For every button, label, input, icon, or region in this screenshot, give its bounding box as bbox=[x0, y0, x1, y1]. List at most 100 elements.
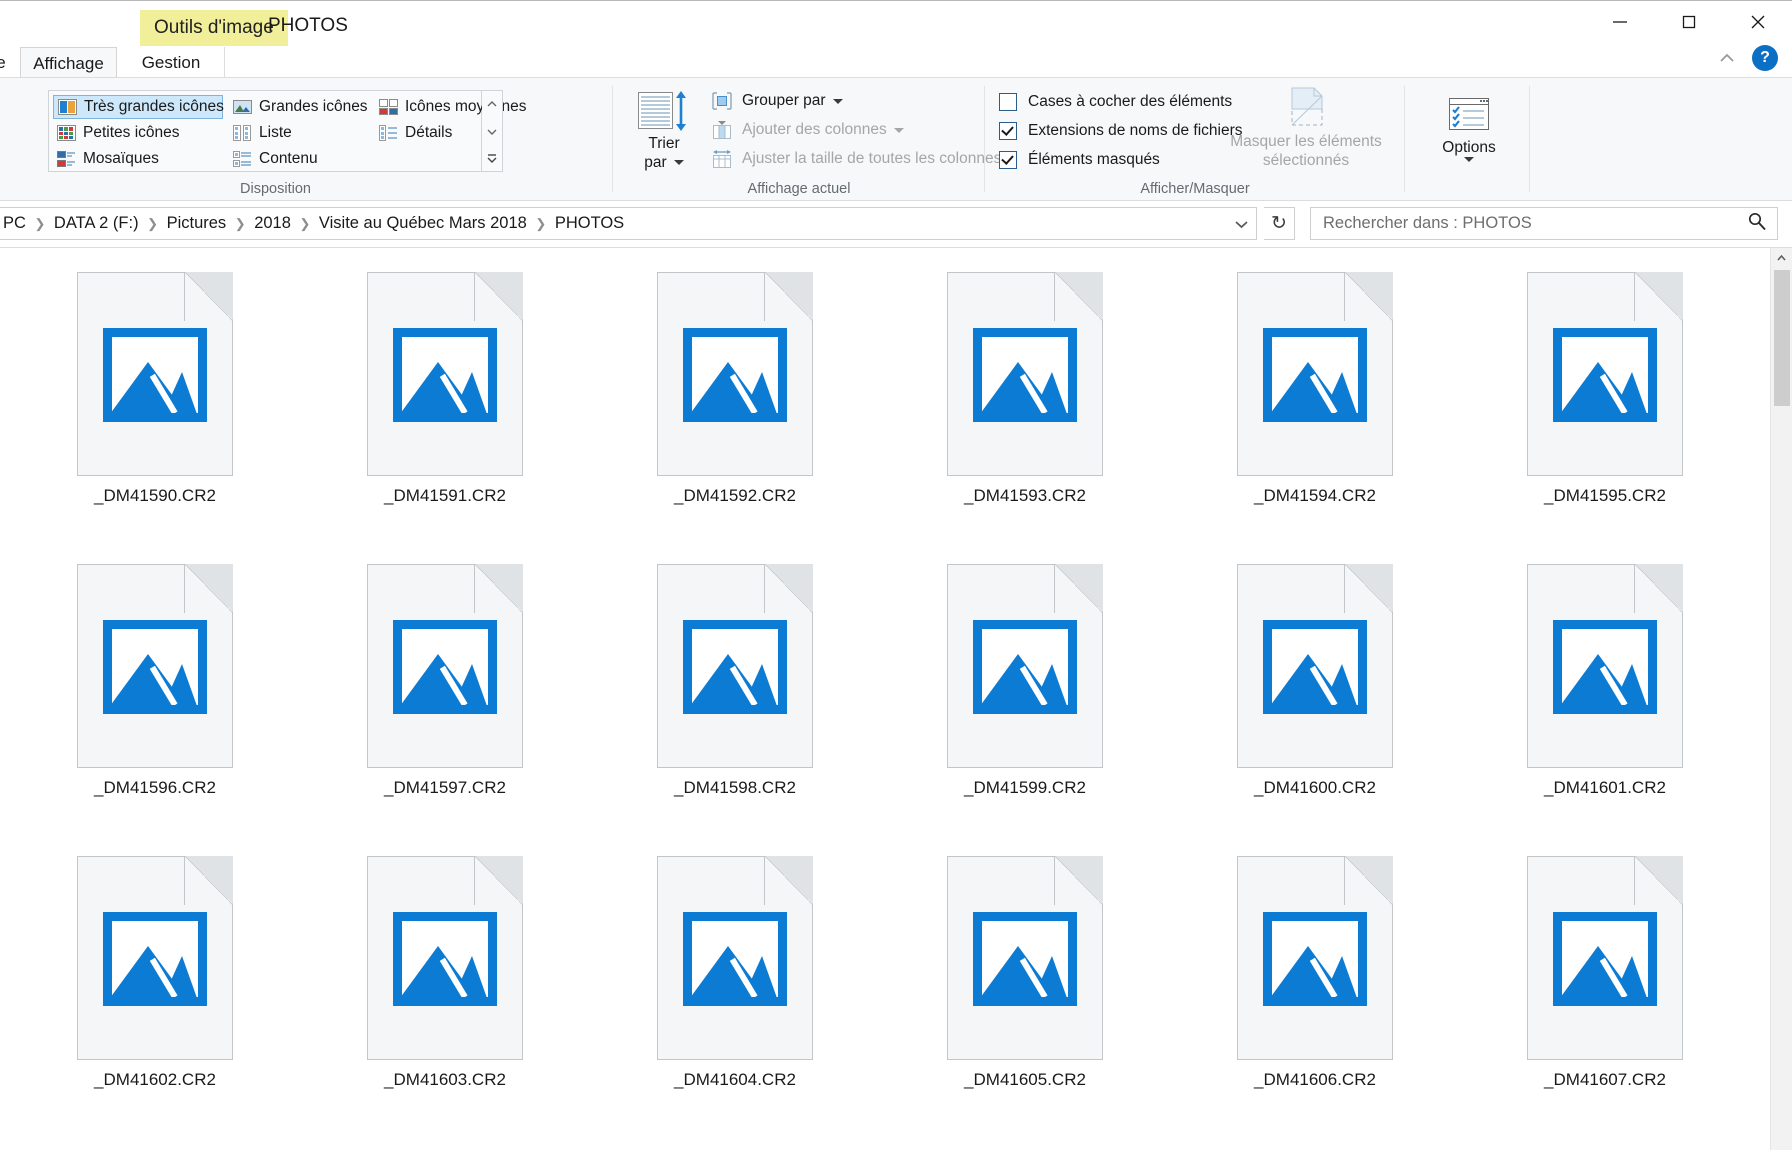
search-box[interactable] bbox=[1310, 207, 1778, 240]
image-file-icon bbox=[1237, 564, 1393, 768]
file-item[interactable]: _DM41591.CR2 bbox=[300, 262, 590, 554]
item-checkboxes-checkbox[interactable] bbox=[999, 92, 1017, 111]
group-by-chevron-down-icon[interactable] bbox=[832, 98, 843, 104]
layout-option-large-icons[interactable]: Grandes icônes bbox=[229, 95, 369, 119]
collapse-ribbon-icon[interactable] bbox=[1716, 47, 1738, 69]
file-item[interactable]: _DM41598.CR2 bbox=[590, 554, 880, 846]
file-name-label: _DM41595.CR2 bbox=[1544, 486, 1666, 505]
hide-selected-items-label-line2: sélectionnés bbox=[1262, 152, 1350, 169]
file-item[interactable]: _DM41607.CR2 bbox=[1460, 846, 1750, 1138]
file-item[interactable]: _DM41601.CR2 bbox=[1460, 554, 1750, 846]
vertical-scrollbar[interactable] bbox=[1770, 248, 1792, 1150]
details-view-icon bbox=[379, 124, 398, 142]
file-item[interactable]: _DM41604.CR2 bbox=[590, 846, 880, 1138]
search-input[interactable] bbox=[1321, 213, 1747, 234]
add-columns-label: Ajouter des colonnes bbox=[742, 121, 887, 138]
file-item[interactable]: _DM41606.CR2 bbox=[1170, 846, 1460, 1138]
scrollbar-thumb[interactable] bbox=[1774, 270, 1790, 406]
breadcrumb-separator-icon: ❯ bbox=[299, 215, 311, 231]
maximize-button[interactable] bbox=[1654, 1, 1723, 43]
help-icon[interactable]: ? bbox=[1752, 45, 1778, 71]
gallery-expand-button[interactable] bbox=[482, 145, 502, 172]
minimize-button[interactable] bbox=[1585, 1, 1654, 43]
file-item[interactable]: _DM41605.CR2 bbox=[880, 846, 1170, 1138]
breadcrumb-item-pictures[interactable]: Pictures bbox=[162, 214, 232, 233]
file-item[interactable]: _DM41597.CR2 bbox=[300, 554, 590, 846]
file-fold-edge bbox=[184, 856, 233, 905]
image-file-icon bbox=[77, 564, 233, 768]
options-chevron-down-icon[interactable] bbox=[1464, 157, 1474, 162]
file-fold-edge bbox=[474, 856, 523, 905]
breadcrumb-item-visite-quebec[interactable]: Visite au Québec Mars 2018 bbox=[314, 214, 532, 233]
layout-gallery[interactable]: Très grandes icônes Grandes icônes Icône… bbox=[48, 90, 527, 172]
search-icon[interactable] bbox=[1747, 211, 1767, 236]
scroll-up-arrow-icon[interactable] bbox=[1771, 248, 1792, 268]
file-item[interactable]: _DM41600.CR2 bbox=[1170, 554, 1460, 846]
tab-fichier-partial[interactable]: e bbox=[0, 47, 16, 78]
file-name-label: _DM41603.CR2 bbox=[384, 1070, 506, 1089]
layout-gallery-scrollbar[interactable] bbox=[482, 90, 503, 172]
file-item[interactable]: _DM41592.CR2 bbox=[590, 262, 880, 554]
item-checkboxes-option[interactable]: Cases à cocher des éléments bbox=[999, 89, 1232, 114]
ribbon-group-afficher-masquer: Cases à cocher des éléments Extensions d… bbox=[985, 78, 1405, 200]
ribbon-group-label-afficher-masquer: Afficher/Masquer bbox=[1140, 181, 1250, 197]
layout-option-label: Liste bbox=[259, 124, 292, 141]
layout-option-content[interactable]: Contenu bbox=[229, 147, 369, 171]
image-file-icon bbox=[77, 856, 233, 1060]
breadcrumb-item-2018[interactable]: 2018 bbox=[249, 214, 296, 233]
breadcrumb-separator-icon: ❯ bbox=[234, 215, 246, 231]
hidden-items-option[interactable]: Éléments masqués bbox=[999, 147, 1160, 172]
group-by-button[interactable]: Grouper par bbox=[711, 88, 843, 114]
address-chevron-down-icon[interactable] bbox=[1226, 208, 1256, 239]
gallery-scroll-up-button[interactable] bbox=[482, 91, 502, 118]
file-item[interactable]: _DM41595.CR2 bbox=[1460, 262, 1750, 554]
ribbon-group-options: Options bbox=[1405, 78, 1530, 200]
file-fold-edge bbox=[1344, 272, 1393, 321]
hidden-items-checkbox[interactable] bbox=[999, 150, 1017, 169]
photo-glyph bbox=[103, 912, 207, 1006]
layout-option-list[interactable]: Liste bbox=[229, 121, 369, 145]
tab-gestion[interactable]: Gestion bbox=[118, 47, 225, 78]
file-name-label: _DM41597.CR2 bbox=[384, 778, 506, 797]
photo-glyph bbox=[103, 620, 207, 714]
close-button[interactable] bbox=[1723, 1, 1792, 43]
file-name-label: _DM41591.CR2 bbox=[384, 486, 506, 505]
file-item[interactable]: _DM41599.CR2 bbox=[880, 554, 1170, 846]
large-icons-icon bbox=[233, 98, 252, 116]
image-file-icon bbox=[657, 564, 813, 768]
file-item[interactable]: _DM41593.CR2 bbox=[880, 262, 1170, 554]
file-item[interactable]: _DM41596.CR2 bbox=[10, 554, 300, 846]
sort-by-button[interactable]: Trier par bbox=[628, 88, 700, 172]
file-list-area[interactable]: _DM41590.CR2 _DM41591.CR2 _DM41592.CR2 _DM4… bbox=[0, 248, 1792, 1150]
hide-selected-items-label-line1: Masquer les éléments bbox=[1230, 133, 1382, 150]
file-item[interactable]: _DM41594.CR2 bbox=[1170, 262, 1460, 554]
layout-option-small-icons[interactable]: Petites icônes bbox=[53, 121, 223, 145]
ribbon-group-label-disposition: Disposition bbox=[240, 181, 311, 197]
file-fold-edge bbox=[1054, 564, 1103, 613]
refresh-icon[interactable]: ↻ bbox=[1264, 207, 1295, 240]
layout-option-very-large-icons[interactable]: Très grandes icônes bbox=[53, 95, 224, 119]
file-name-label: _DM41596.CR2 bbox=[94, 778, 216, 797]
hide-selected-items-button: Masquer les éléments sélectionnés bbox=[1221, 86, 1391, 170]
photo-glyph bbox=[393, 912, 497, 1006]
file-fold-edge bbox=[474, 564, 523, 613]
file-name-extensions-option[interactable]: Extensions de noms de fichiers bbox=[999, 118, 1243, 143]
breadcrumb-item-pc[interactable]: PC bbox=[0, 214, 31, 233]
gallery-scroll-down-button[interactable] bbox=[482, 118, 502, 145]
file-item[interactable]: _DM41590.CR2 bbox=[10, 262, 300, 554]
hide-selected-items-icon bbox=[1221, 86, 1391, 132]
layout-option-tiles[interactable]: Mosaïques bbox=[53, 147, 223, 171]
size-all-columns-icon bbox=[711, 149, 733, 169]
tab-affichage[interactable]: Affichage bbox=[20, 47, 117, 78]
options-button[interactable]: Options bbox=[1431, 92, 1507, 162]
file-item[interactable]: _DM41603.CR2 bbox=[300, 846, 590, 1138]
breadcrumb-item-data2[interactable]: DATA 2 (F:) bbox=[49, 214, 144, 233]
breadcrumb-item-photos[interactable]: PHOTOS bbox=[550, 214, 629, 233]
file-name-label: _DM41605.CR2 bbox=[964, 1070, 1086, 1089]
sort-by-chevron-down-icon[interactable] bbox=[673, 160, 684, 165]
file-fold-edge bbox=[1344, 564, 1393, 613]
file-item[interactable]: _DM41602.CR2 bbox=[10, 846, 300, 1138]
file-name-extensions-checkbox[interactable] bbox=[999, 121, 1017, 140]
layout-option-label: Très grandes icônes bbox=[84, 98, 224, 115]
breadcrumb[interactable]: PC ❯ DATA 2 (F:) ❯ Pictures ❯ 2018 ❯ Vis… bbox=[0, 207, 1257, 240]
